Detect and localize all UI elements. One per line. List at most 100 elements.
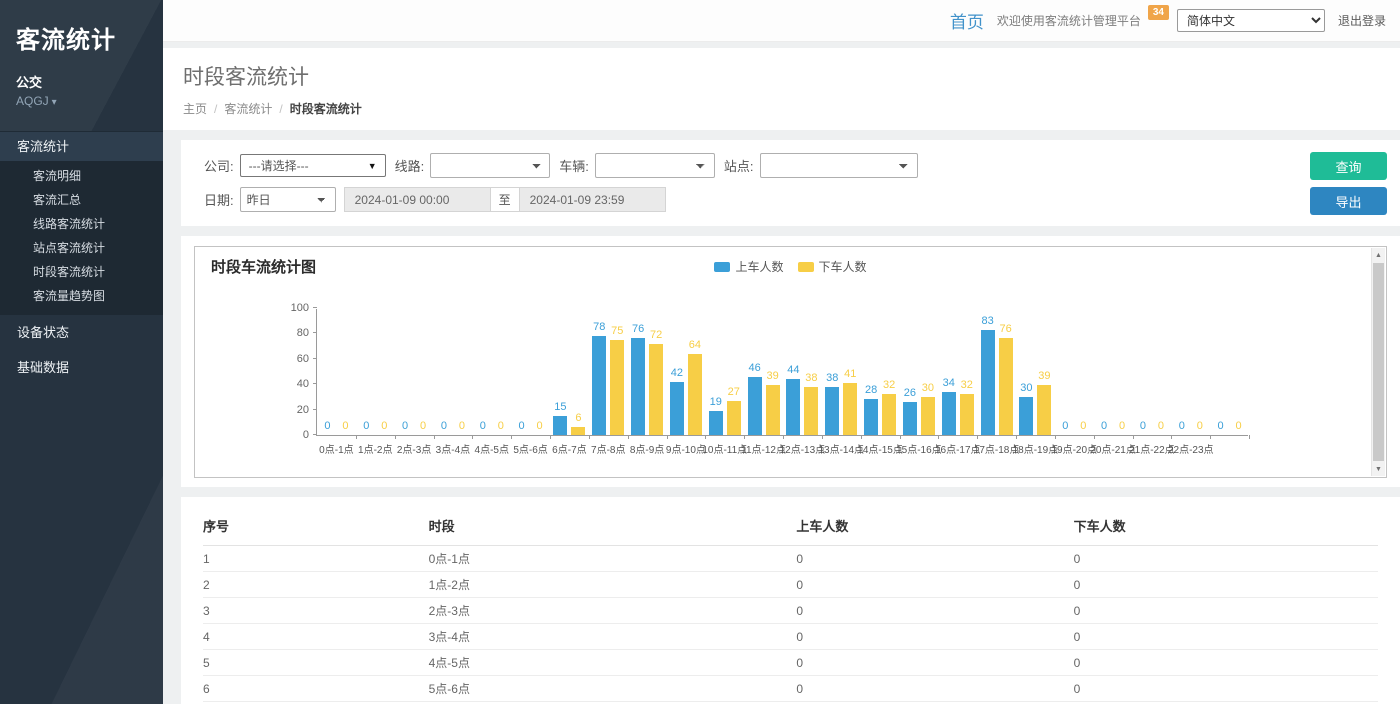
filter-row-1: 公司: ---请选择--- ▼ 线路: 车辆: 站点: xyxy=(195,153,1386,178)
sidebar-item[interactable]: 基础数据 xyxy=(0,350,163,385)
table-header-cell: 时段 xyxy=(429,507,797,546)
query-button[interactable]: 查询 xyxy=(1310,152,1387,180)
org-code-label: AQGJ xyxy=(16,94,49,108)
line-select[interactable] xyxy=(430,153,550,178)
y-axis-tick-label: 0 xyxy=(275,429,309,441)
org-code-dropdown[interactable]: AQGJ▾ xyxy=(0,91,163,108)
scroll-up-icon[interactable]: ▲ xyxy=(1372,248,1385,262)
x-axis-tick-mark xyxy=(434,435,435,439)
main-area: 首页 欢迎使用客流统计管理平台 34 简体中文 退出登录 时段客流统计 主页/客… xyxy=(163,0,1400,704)
sidebar-submenu: 客流明细客流汇总线路客流统计站点客流统计时段客流统计客流量趋势图 xyxy=(0,161,163,315)
table-cell: 3点-4点 xyxy=(429,624,797,650)
table-body: 10点-1点0021点-2点0032点-3点0043点-4点0054点-5点00… xyxy=(203,546,1378,704)
x-axis-tick-mark xyxy=(667,435,668,439)
bar-alighting xyxy=(571,427,585,435)
x-axis-tick-mark xyxy=(472,435,473,439)
table-cell: 1点-2点 xyxy=(429,572,797,598)
x-axis-tick-mark xyxy=(356,435,357,439)
bar-value-label: 0 xyxy=(1224,420,1254,432)
table-cell: 0 xyxy=(1074,598,1378,624)
export-button[interactable]: 导出 xyxy=(1310,187,1387,215)
breadcrumb-item[interactable]: 主页 xyxy=(183,102,207,116)
bar-alighting xyxy=(804,387,818,435)
bar-boarding xyxy=(942,392,956,435)
x-axis-tick-mark xyxy=(861,435,862,439)
x-axis-tick-mark xyxy=(977,435,978,439)
table-header-cell: 上车人数 xyxy=(796,507,1073,546)
legend-swatch-icon xyxy=(798,262,814,272)
date-label: 日期: xyxy=(204,190,234,209)
table-header-row: 序号时段上车人数下车人数 xyxy=(203,507,1378,546)
date-to-separator: 至 xyxy=(491,187,519,212)
table-header-cell: 下车人数 xyxy=(1074,507,1378,546)
x-axis-tick-mark xyxy=(783,435,784,439)
x-axis-label: 22点-23点 xyxy=(1160,441,1222,456)
scroll-down-icon[interactable]: ▼ xyxy=(1372,462,1385,476)
vehicle-select[interactable] xyxy=(595,153,715,178)
page-title: 时段客流统计 xyxy=(183,61,1400,91)
table-cell: 6 xyxy=(203,676,429,702)
x-axis-tick-mark xyxy=(1171,435,1172,439)
x-axis-tick-mark xyxy=(511,435,512,439)
bar-value-label: 27 xyxy=(719,386,749,398)
sidebar-subitem[interactable]: 线路客流统计 xyxy=(0,212,163,236)
y-axis-tick-label: 40 xyxy=(275,378,309,390)
sidebar-subitem[interactable]: 客流明细 xyxy=(0,164,163,188)
scrollbar-thumb[interactable] xyxy=(1373,263,1384,461)
table-cell: 0 xyxy=(796,624,1073,650)
nav-home-link[interactable]: 首页 xyxy=(950,8,984,33)
legend-item[interactable]: 上车人数 xyxy=(714,258,783,275)
table-cell: 0 xyxy=(1074,676,1378,702)
company-select[interactable]: ---请选择--- ▼ xyxy=(240,154,386,177)
sidebar-item[interactable]: 设备状态 xyxy=(0,315,163,350)
x-axis-tick-mark xyxy=(705,435,706,439)
y-axis-tick-label: 60 xyxy=(275,353,309,365)
legend-label: 下车人数 xyxy=(819,258,867,275)
sidebar: 客流统计 公交 AQGJ▾ 客流统计客流明细客流汇总线路客流统计站点客流统计时段… xyxy=(0,0,163,704)
bar-alighting xyxy=(882,394,896,435)
legend-label: 上车人数 xyxy=(735,258,783,275)
table-row: 32点-3点00 xyxy=(203,598,1378,624)
x-axis-tick-mark xyxy=(1133,435,1134,439)
x-axis-tick-mark xyxy=(395,435,396,439)
sidebar-subitem[interactable]: 时段客流统计 xyxy=(0,260,163,284)
sidebar-subitem[interactable]: 客流汇总 xyxy=(0,188,163,212)
table-cell: 0 xyxy=(1074,546,1378,572)
sidebar-subitem[interactable]: 客流量趋势图 xyxy=(0,284,163,308)
station-select[interactable] xyxy=(760,153,918,178)
bar-boarding xyxy=(981,330,995,435)
date-from-input[interactable]: 2024-01-09 00:00 xyxy=(344,187,491,212)
sidebar-subitem[interactable]: 站点客流统计 xyxy=(0,236,163,260)
vehicle-label: 车辆: xyxy=(559,156,589,175)
station-label: 站点: xyxy=(724,156,754,175)
x-axis-tick-mark xyxy=(1055,435,1056,439)
table-cell: 0 xyxy=(796,650,1073,676)
bar-boarding xyxy=(670,382,684,435)
table-cell: 4 xyxy=(203,624,429,650)
language-select[interactable]: 简体中文 xyxy=(1177,9,1325,32)
notification-badge[interactable]: 34 xyxy=(1148,5,1169,20)
content-area: 公司: ---请选择--- ▼ 线路: 车辆: 站点: 日期: 昨日 2024-… xyxy=(163,130,1400,704)
table-row: 21点-2点00 xyxy=(203,572,1378,598)
bar-alighting xyxy=(960,394,974,435)
table-cell: 0点-1点 xyxy=(429,546,797,572)
date-preset-select[interactable]: 昨日 xyxy=(240,187,336,212)
sidebar-item[interactable]: 客流统计 xyxy=(0,131,163,161)
x-axis-tick-mark xyxy=(1249,435,1250,439)
table-cell: 1 xyxy=(203,546,429,572)
y-axis-tick-label: 20 xyxy=(275,404,309,416)
y-axis-tick-label: 100 xyxy=(275,302,309,314)
chart-scrollbar[interactable]: ▲ ▼ xyxy=(1371,248,1385,476)
table-cell: 0 xyxy=(1074,650,1378,676)
x-axis-tick-mark xyxy=(900,435,901,439)
table-cell: 0 xyxy=(1074,572,1378,598)
bar-boarding xyxy=(592,336,606,435)
table-cell: 2 xyxy=(203,572,429,598)
table-row: 65点-6点00 xyxy=(203,676,1378,702)
x-axis-tick-mark xyxy=(1016,435,1017,439)
date-to-input[interactable]: 2024-01-09 23:59 xyxy=(519,187,666,212)
legend-item[interactable]: 下车人数 xyxy=(798,258,867,275)
breadcrumb-item[interactable]: 客流统计 xyxy=(224,102,272,116)
bar-value-label: 72 xyxy=(641,329,671,341)
logout-link[interactable]: 退出登录 xyxy=(1338,12,1386,29)
